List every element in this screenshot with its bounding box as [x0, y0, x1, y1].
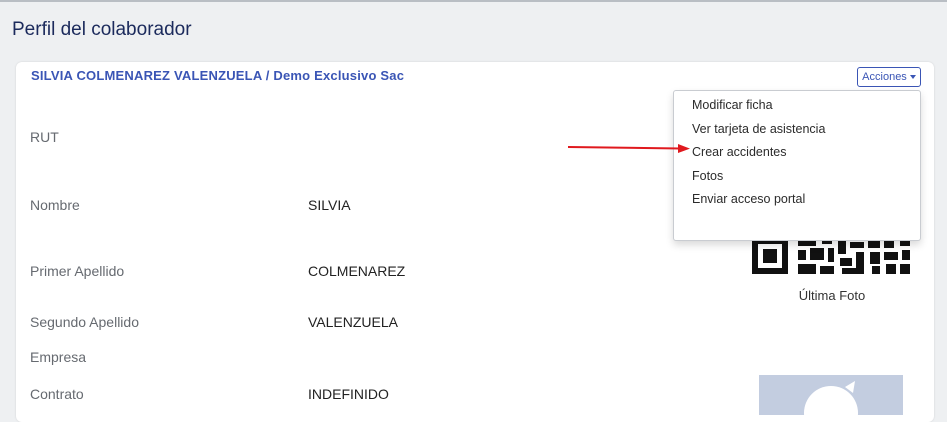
actions-dropdown-menu: Modificar ficha Ver tarjeta de asistenci…: [673, 90, 921, 241]
field-value-primer-apellido: COLMENAREZ: [308, 263, 406, 279]
actions-dropdown-button[interactable]: Acciones: [857, 67, 921, 87]
field-label-rut: RUT: [30, 129, 59, 145]
qr-code-icon: [752, 238, 910, 274]
field-label-primer-apellido: Primer Apellido: [30, 263, 125, 279]
field-label-contrato: Contrato: [30, 386, 84, 402]
employee-header: SILVIA COLMENAREZ VALENZUELA / Demo Excl…: [31, 68, 405, 83]
menu-item-enviar-acceso-portal[interactable]: Enviar acceso portal: [674, 190, 920, 214]
menu-item-modificar-ficha[interactable]: Modificar ficha: [674, 96, 920, 120]
menu-item-fotos[interactable]: Fotos: [674, 167, 920, 191]
menu-item-crear-accidentes[interactable]: Crear accidentes: [674, 143, 920, 167]
field-label-empresa: Empresa: [30, 349, 87, 365]
actions-label: Acciones: [862, 71, 907, 83]
top-border: [0, 0, 947, 2]
field-value-contrato: INDEFINIDO: [308, 386, 389, 402]
menu-item-ver-tarjeta-asistencia[interactable]: Ver tarjeta de asistencia: [674, 120, 920, 144]
employee-photo[interactable]: [759, 375, 903, 415]
red-arrow-annotation: [568, 144, 690, 153]
field-label-nombre: Nombre: [30, 197, 80, 213]
photo-caption: Última Foto: [798, 288, 866, 303]
field-label-segundo-apellido: Segundo Apellido: [30, 314, 139, 330]
field-value-segundo-apellido: VALENZUELA: [308, 314, 398, 330]
avatar-placeholder-icon: [804, 381, 858, 415]
page-title: Perfil del colaborador: [12, 19, 192, 40]
chevron-down-icon: [909, 75, 916, 80]
field-value-nombre: SILVIA: [308, 197, 351, 213]
